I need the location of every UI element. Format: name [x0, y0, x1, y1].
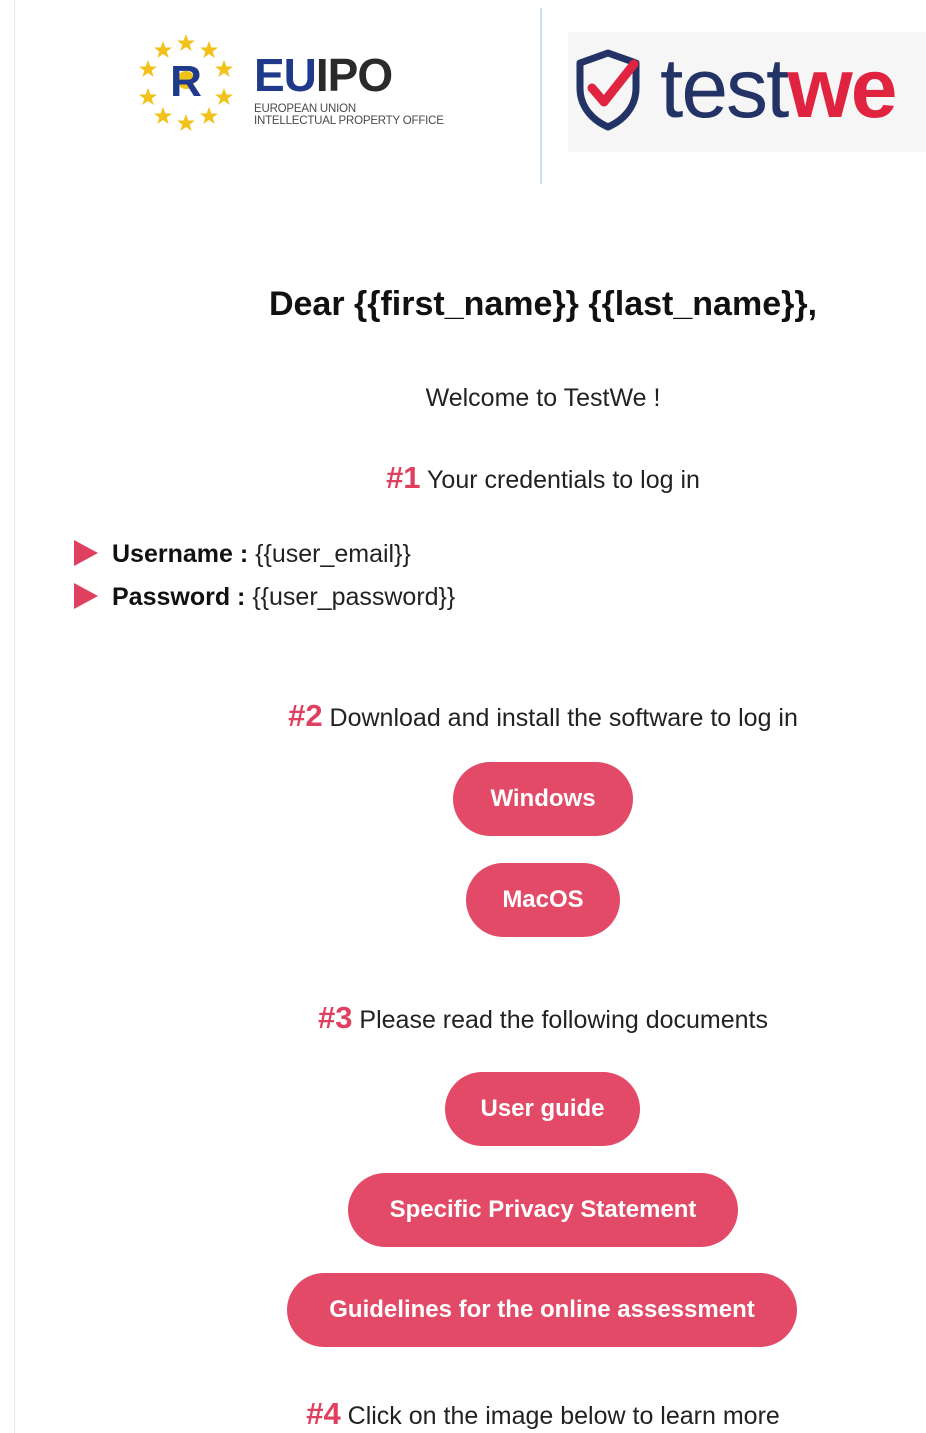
step-number: #4	[306, 1396, 341, 1431]
step-3-heading: #3 Please read the following documents	[0, 1000, 926, 1036]
step-text: Your credentials to log in	[427, 466, 700, 494]
step-text: Please read the following documents	[359, 1006, 769, 1034]
euipo-subtitle: EUROPEAN UNION INTELLECTUAL PROPERTY OFF…	[254, 103, 444, 127]
password-label: Password :	[112, 583, 246, 611]
testwe-wordmark: testwe	[660, 41, 897, 135]
username-value: {{user_email}}	[255, 540, 411, 568]
step-number: #3	[317, 1000, 353, 1035]
step-4-heading: #4 Click on the image below to learn mor…	[0, 1396, 926, 1432]
euipo-wordmark: EUIPO	[254, 49, 393, 101]
shield-check-icon	[576, 49, 640, 131]
step-2-heading: #2 Download and install the software to …	[0, 698, 926, 734]
username-label: Username :	[112, 540, 249, 568]
password-value: {{user_password}}	[252, 583, 456, 611]
triangle-bullet-icon	[74, 583, 98, 609]
macos-download-button[interactable]: MacOS	[466, 863, 620, 937]
welcome-text: Welcome to TestWe !	[425, 384, 661, 412]
windows-download-button[interactable]: Windows	[453, 762, 633, 836]
privacy-statement-button[interactable]: Specific Privacy Statement	[348, 1173, 738, 1247]
svg-text:R: R	[170, 57, 202, 106]
greeting-heading: Dear {{first_name}} {{last_name}},	[268, 285, 818, 323]
step-number: #1	[386, 460, 421, 495]
step-text: Click on the image below to learn more	[347, 1402, 780, 1430]
step-text: Download and install the software to log…	[329, 704, 798, 732]
euipo-emblem-icon: R	[139, 34, 233, 131]
user-guide-button[interactable]: User guide	[445, 1072, 640, 1146]
header-divider	[540, 8, 542, 184]
triangle-bullet-icon	[74, 540, 98, 566]
step-number: #2	[288, 698, 323, 733]
euipo-logo: R EUIPO EUROPEAN UNION INTELLECTUAL PROP…	[136, 30, 506, 140]
step-1-heading: #1 Your credentials to log in	[0, 460, 926, 496]
testwe-logo: testwe	[568, 32, 926, 152]
credential-username-row: Username : {{user_email}}	[74, 540, 411, 569]
credential-password-row: Password : {{user_password}}	[74, 583, 455, 612]
guidelines-button[interactable]: Guidelines for the online assessment	[287, 1273, 797, 1347]
